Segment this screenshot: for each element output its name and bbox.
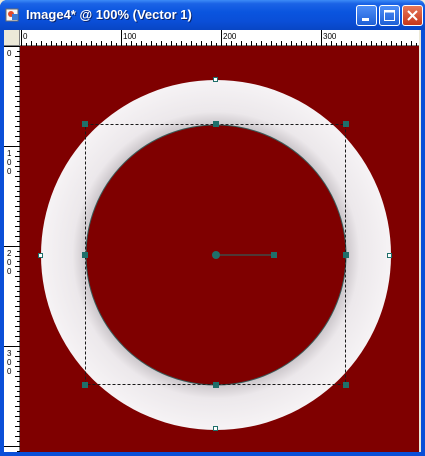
svg-text:0: 0 xyxy=(7,267,12,276)
svg-text:0: 0 xyxy=(7,367,12,376)
minimize-icon xyxy=(362,18,369,21)
ruler-h-label-0: 0 xyxy=(23,32,28,41)
svg-text:2: 2 xyxy=(7,249,12,258)
handle-rotation[interactable] xyxy=(271,252,277,258)
svg-text:0: 0 xyxy=(7,158,12,167)
horizontal-ruler[interactable]: 0 100 200 300 xyxy=(20,30,419,46)
handle-top-right[interactable] xyxy=(343,121,349,127)
close-button[interactable] xyxy=(402,5,423,26)
ruler-corner xyxy=(4,30,20,46)
ruler-v-label-0: 0 xyxy=(7,49,12,58)
ruler-v-label-200: 2 0 0 xyxy=(7,249,12,276)
minimize-button[interactable] xyxy=(356,5,377,26)
outer-node-right[interactable] xyxy=(387,253,392,258)
handle-middle-left[interactable] xyxy=(82,252,88,258)
ruler-v-label-300: 3 0 0 xyxy=(7,349,12,376)
center-pivot-handle[interactable] xyxy=(212,251,220,259)
handle-middle-right[interactable] xyxy=(343,252,349,258)
svg-text:0: 0 xyxy=(7,258,12,267)
image-document-icon xyxy=(5,7,21,23)
svg-text:0: 0 xyxy=(7,358,12,367)
outer-node-left[interactable] xyxy=(38,253,43,258)
close-icon xyxy=(407,10,418,21)
image-window: Image4* @ 100% (Vector 1) 0 100 200 300 … xyxy=(0,0,425,456)
outer-node-top[interactable] xyxy=(213,77,218,82)
handle-bottom-middle[interactable] xyxy=(213,382,219,388)
ruler-v-label-100: 1 0 0 xyxy=(7,149,12,176)
ruler-h-label-200: 200 xyxy=(223,32,237,41)
handle-top-left[interactable] xyxy=(82,121,88,127)
svg-text:3: 3 xyxy=(7,349,12,358)
svg-text:1: 1 xyxy=(7,149,12,158)
maximize-button[interactable] xyxy=(379,5,400,26)
outer-node-bottom[interactable] xyxy=(213,426,218,431)
ruler-h-label-300: 300 xyxy=(323,32,337,41)
image-canvas[interactable] xyxy=(20,46,419,452)
handle-bottom-left[interactable] xyxy=(82,382,88,388)
maximize-icon xyxy=(384,10,395,21)
handle-bottom-right[interactable] xyxy=(343,382,349,388)
svg-text:0: 0 xyxy=(7,167,12,176)
title-bar[interactable]: Image4* @ 100% (Vector 1) xyxy=(0,0,425,30)
vertical-ruler[interactable]: 0 1 0 0 2 0 0 3 0 0 xyxy=(4,46,20,452)
ruler-h-label-100: 100 xyxy=(123,32,137,41)
handle-top-middle[interactable] xyxy=(213,121,219,127)
window-title: Image4* @ 100% (Vector 1) xyxy=(26,7,192,22)
